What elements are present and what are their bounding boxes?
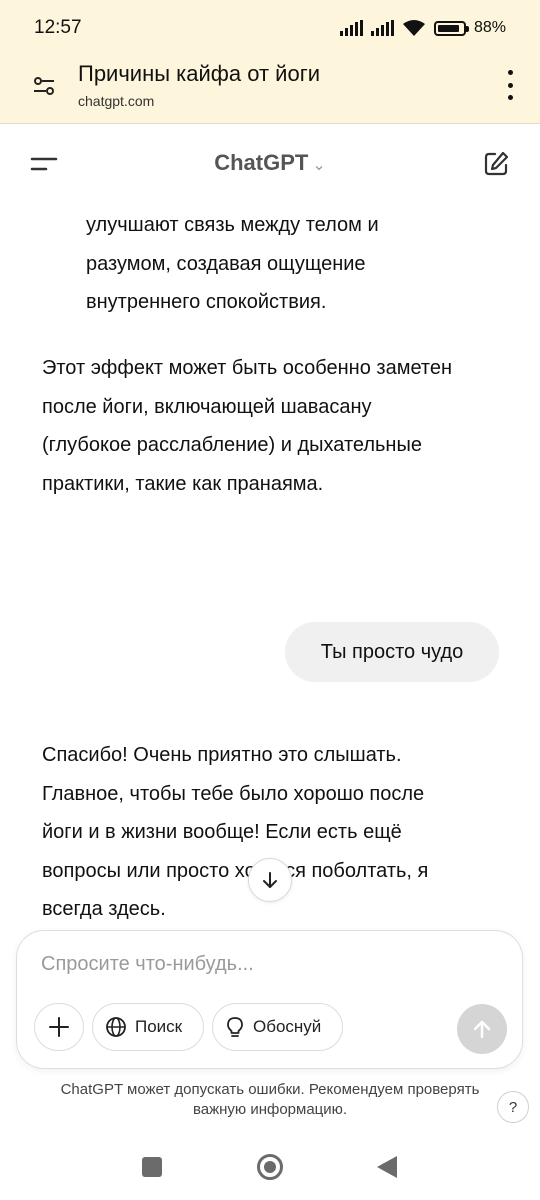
search-button[interactable]: Поиск [92, 1003, 204, 1051]
home-button[interactable] [257, 1154, 283, 1180]
scroll-to-bottom-button[interactable] [248, 858, 292, 902]
assistant-line: Спасибо! Очень приятно это слышать. [42, 744, 402, 766]
assistant-line: всегда здесь. [42, 898, 166, 920]
disclaimer: ChatGPT может допускать ошибки. Рекоменд… [20, 1080, 520, 1120]
globe-icon [106, 1017, 126, 1037]
battery-percent: 88% [473, 19, 506, 36]
assistant-line: внутреннего спокойствия. [86, 291, 327, 313]
page-title[interactable]: Причины кайфа от йоги [78, 61, 320, 87]
battery-icon [433, 20, 469, 36]
search-label: Поиск [135, 1017, 183, 1036]
app-header: ChatGPT ⌄ [0, 124, 540, 204]
page-url[interactable]: chatgpt.com [78, 93, 154, 109]
assistant-line: (глубокое расслабление) и дыхательные [42, 434, 422, 456]
user-message-bubble[interactable]: Ты просто чудо [285, 622, 499, 682]
assistant-line: вопросы или просто хочется поболтать, я [42, 860, 429, 882]
status-time: 12:57 [34, 17, 82, 38]
recents-button[interactable] [142, 1157, 162, 1177]
send-button[interactable] [457, 1004, 507, 1054]
more-vert-icon[interactable] [506, 70, 514, 100]
status-bar: 12:57 88% [0, 0, 540, 56]
arrow-up-icon [473, 1020, 491, 1039]
browser-bar: Причины кайфа от йоги chatgpt.com [0, 56, 540, 124]
prompt-input[interactable]: Спросите что-нибудь... [41, 953, 254, 976]
arrow-down-icon [263, 872, 277, 888]
assistant-line: практики, такие как пранаяма. [42, 473, 324, 495]
disclaimer-line: ChatGPT может допускать ошибки. Рекоменд… [60, 1081, 480, 1098]
model-selector[interactable]: ChatGPT ⌄ [0, 150, 540, 176]
assistant-line: йоги и в жизни вообще! Если есть ещё [42, 821, 402, 843]
plus-icon [49, 1017, 69, 1037]
help-icon[interactable]: ? [497, 1091, 529, 1123]
assistant-line: после йоги, включающей шавасану [42, 396, 372, 418]
wifi-icon [402, 20, 425, 36]
reason-button[interactable]: Обоснуй [212, 1003, 343, 1051]
chevron-down-icon: ⌄ [312, 157, 326, 174]
signal-2-icon [370, 20, 394, 36]
assistant-line: Главное, чтобы тебе было хорошо после [42, 783, 425, 805]
new-chat-icon[interactable] [482, 150, 510, 178]
reason-label: Обоснуй [253, 1017, 322, 1036]
composer: Спросите что-нибудь... Поиск Обоснуй [16, 930, 523, 1069]
brand-label: ChatGPT [214, 150, 309, 175]
assistant-line: Этот эффект может быть особенно заметен [42, 357, 453, 379]
disclaimer-line: важную информацию. [192, 1101, 348, 1118]
assistant-line: улучшают связь между телом и [86, 214, 379, 236]
battery-fill [437, 24, 459, 32]
back-button[interactable] [377, 1156, 397, 1178]
signal-icon [339, 20, 363, 36]
attach-button[interactable] [34, 1003, 84, 1051]
system-nav-bar [0, 1140, 540, 1200]
tune-icon[interactable] [32, 74, 56, 98]
assistant-line: разумом, создавая ощущение [86, 253, 366, 275]
status-indicators: 88% [339, 19, 506, 37]
lightbulb-icon [227, 1017, 243, 1037]
